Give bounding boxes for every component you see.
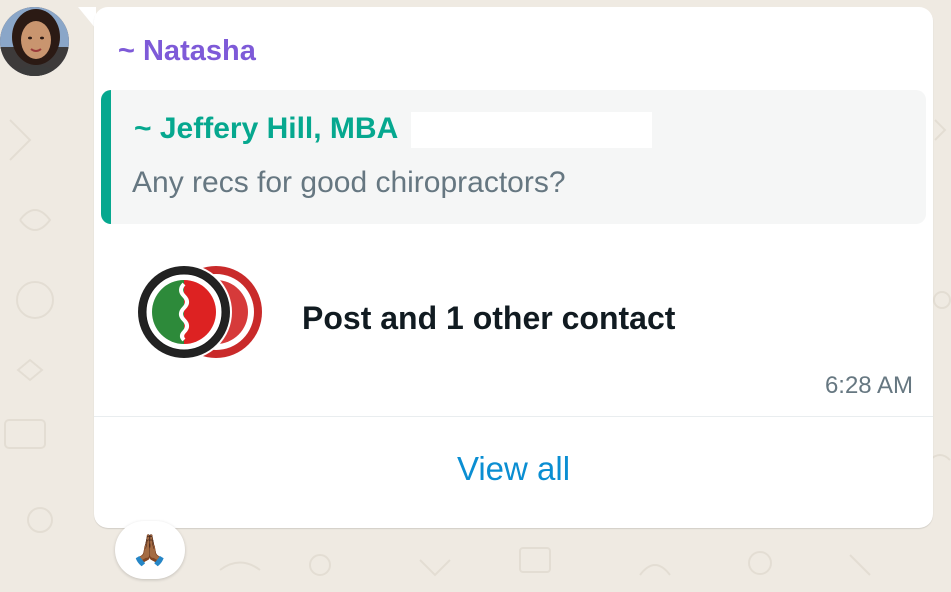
reaction-badge[interactable]: 🙏🏾 [115,521,185,579]
divider [94,416,933,417]
avatar[interactable] [0,7,69,76]
folded-hands-emoji: 🙏🏾 [131,532,169,568]
quoted-message[interactable]: ~ Jeffery Hill, MBA Any recs for good ch… [101,90,926,224]
redaction-box [411,112,652,148]
view-all-button[interactable]: View all [94,450,933,488]
quoted-text: Any recs for good chiropractors? [132,166,566,199]
quote-accent-bar [101,90,111,224]
chiropractic-logo-icon [136,264,262,360]
avatar-image [0,7,69,76]
sender-name[interactable]: ~ Natasha [118,35,256,68]
quoted-author: ~ Jeffery Hill, MBA [134,112,399,145]
contact-card-title[interactable]: Post and 1 other contact [302,300,675,337]
message-bubble[interactable]: ~ Natasha ~ Jeffery Hill, MBA Any recs f… [94,7,933,528]
message-time: 6:28 AM [824,372,913,399]
